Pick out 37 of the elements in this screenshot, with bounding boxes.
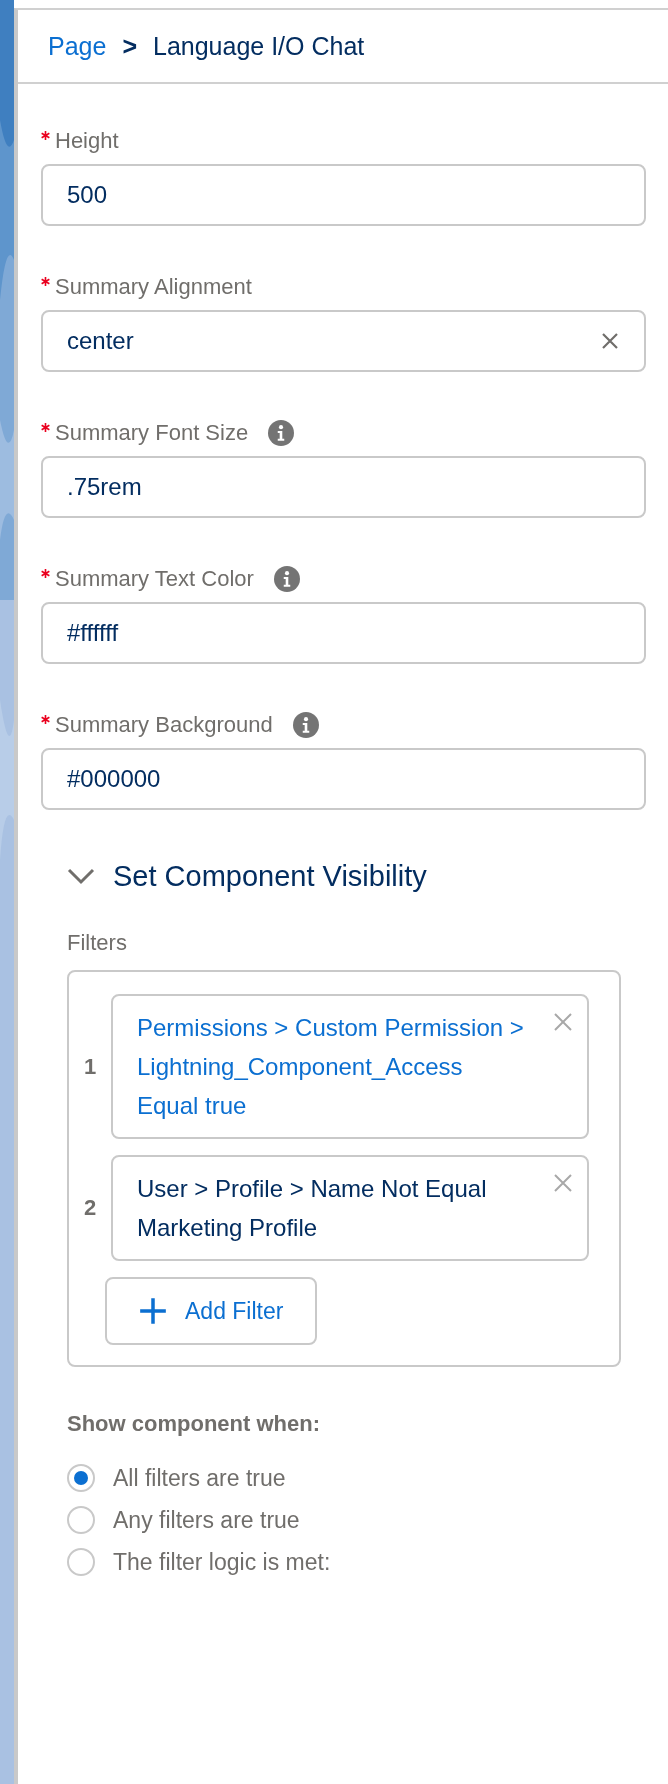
radio-button[interactable] <box>67 1506 95 1534</box>
radio-label[interactable]: All filters are true <box>113 1464 286 1492</box>
chevron-icon[interactable] <box>67 867 95 885</box>
breadcrumb-current: Language I/O Chat <box>153 31 365 61</box>
show-when-label: Show component when: <box>67 1411 321 1437</box>
radio-button[interactable] <box>67 1548 95 1576</box>
clear-icon[interactable] <box>600 331 620 351</box>
input-field[interactable]: .75rem <box>41 456 646 518</box>
field-label: Summary Font Size <box>55 420 249 446</box>
filter-text[interactable]: User > Profile > Name Not Equal Marketing Profile <box>137 1169 527 1247</box>
filter-card[interactable]: Permissions > Custom Permission > Lightning_Component_Access Equal true <box>111 994 589 1139</box>
field-label: Summary Background <box>55 712 273 738</box>
close-icon[interactable] <box>553 1012 573 1032</box>
radio-label[interactable]: Any filters are true <box>113 1506 300 1534</box>
radio-label[interactable]: The filter logic is met: <box>113 1548 331 1576</box>
filter-text[interactable]: Permissions > Custom Permission > Lightning_Component_Access Equal true <box>137 1008 527 1125</box>
close-icon[interactable] <box>553 1173 573 1193</box>
input-field[interactable]: 500 <box>41 164 646 226</box>
plus-icon <box>139 1297 167 1325</box>
input-field[interactable]: #000000 <box>41 748 646 810</box>
breadcrumb-link[interactable]: Page <box>48 31 107 61</box>
input-field[interactable]: #ffffff <box>41 602 646 664</box>
radio-button[interactable] <box>67 1464 95 1492</box>
breadcrumb-separator: > <box>122 31 137 61</box>
input-field[interactable]: center <box>41 310 646 372</box>
add-filter-button[interactable]: Add Filter <box>105 1277 318 1345</box>
field-label: Summary Text Color <box>55 566 254 592</box>
info-icon[interactable] <box>292 712 319 738</box>
filter-card[interactable]: User > Profile > Name Not Equal Marketing Profile <box>111 1155 589 1261</box>
field-label: Summary Alignment <box>55 274 252 300</box>
filter-number: 2 <box>82 1195 98 1221</box>
field-label: Height <box>55 128 119 154</box>
info-icon[interactable] <box>273 566 300 592</box>
section-title[interactable]: Set Component Visibility <box>113 859 427 893</box>
filters-label: Filters <box>67 930 128 956</box>
filter-number: 1 <box>82 1053 98 1080</box>
info-icon[interactable] <box>268 420 295 446</box>
